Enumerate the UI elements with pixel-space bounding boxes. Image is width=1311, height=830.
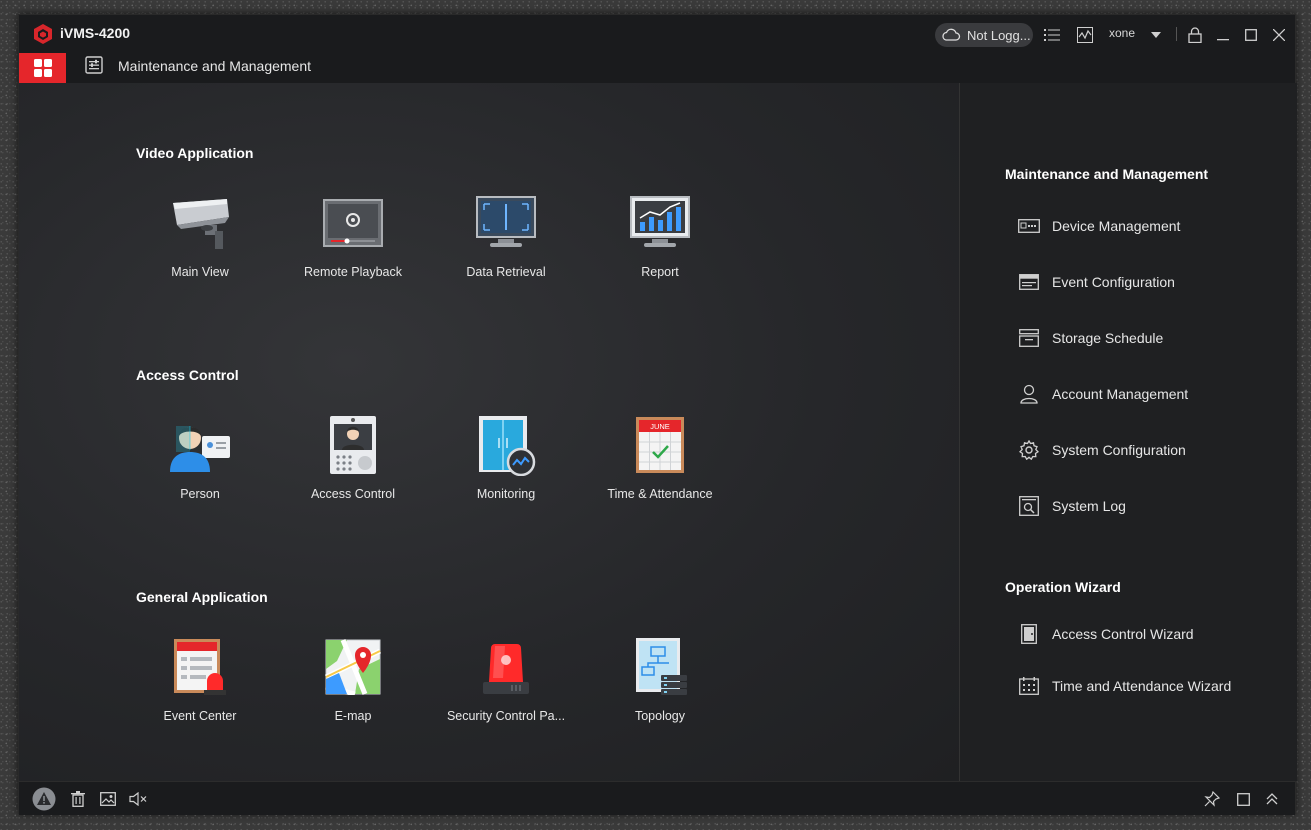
tile-topology[interactable]: Topology: [585, 637, 735, 737]
tile-label: Event Center: [163, 709, 237, 723]
mute-icon[interactable]: [127, 788, 149, 810]
status-bar: [19, 781, 1295, 815]
report-chart-icon: [630, 196, 690, 247]
maintenance-tab-icon[interactable]: [85, 56, 103, 74]
tile-label: Main View: [171, 265, 229, 279]
playback-icon: [323, 199, 383, 247]
maximize-icon[interactable]: [1241, 25, 1261, 45]
map-pin-icon: [325, 639, 381, 695]
trash-icon[interactable]: [67, 788, 89, 810]
side-item-label: System Log: [1052, 498, 1126, 514]
log-search-icon: [1018, 495, 1040, 517]
side-item-storage-schedule[interactable]: Storage Schedule: [1018, 327, 1163, 349]
side-item-label: Access Control Wizard: [1052, 626, 1194, 642]
cloud-icon: [942, 28, 961, 41]
tile-report[interactable]: Report: [585, 193, 735, 293]
minimize-icon[interactable]: [1213, 25, 1233, 45]
grid-menu-icon: [33, 59, 52, 77]
data-retrieval-icon: [476, 196, 536, 247]
user-icon: [1018, 383, 1040, 405]
image-icon[interactable]: [97, 788, 119, 810]
tile-label: Monitoring: [476, 487, 536, 501]
side-item-event-configuration[interactable]: Event Configuration: [1018, 271, 1175, 293]
tile-label: Report: [641, 265, 679, 279]
side-title-maintenance: Maintenance and Management: [1005, 166, 1209, 182]
chevron-down-icon[interactable]: [1146, 25, 1166, 45]
side-item-label: Time and Attendance Wizard: [1052, 678, 1232, 694]
door-station-icon: [330, 416, 376, 474]
user-name[interactable]: xone: [1109, 26, 1135, 40]
cloud-login-button[interactable]: Not Logg...: [935, 23, 1033, 47]
calendar-icon: JUNE: [636, 417, 684, 473]
calendar-month-text: JUNE: [650, 422, 670, 431]
side-item-label: Storage Schedule: [1052, 330, 1164, 346]
side-item-device-management[interactable]: Device Management: [1018, 215, 1180, 237]
tile-label: Time & Attendance: [607, 487, 713, 501]
tile-access-control[interactable]: Access Control: [278, 415, 428, 515]
fullscreen-icon[interactable]: [1232, 788, 1254, 810]
title-bar: iVMS-4200 Not Logg... xone Maintenance a…: [19, 15, 1295, 83]
pin-icon[interactable]: [1201, 788, 1223, 810]
door-icon: [1018, 623, 1040, 645]
tile-label: Security Control Pa...: [446, 709, 566, 723]
double-chevron-up-icon[interactable]: [1261, 788, 1283, 810]
calendar-small-icon: [1018, 675, 1040, 697]
person-icon: [170, 426, 230, 472]
tile-remote-playback[interactable]: Remote Playback: [278, 193, 428, 293]
tile-label: Topology: [634, 709, 686, 723]
tile-data-retrieval[interactable]: Data Retrieval: [431, 193, 581, 293]
side-item-label: Device Management: [1052, 218, 1181, 234]
alarm-siren-icon: [483, 644, 529, 694]
lock-icon[interactable]: [1185, 25, 1205, 45]
task-list-icon[interactable]: [1042, 25, 1062, 45]
tile-emap[interactable]: E-map: [278, 637, 428, 737]
storage-icon: [1018, 327, 1040, 349]
tile-main-view[interactable]: Main View: [125, 193, 275, 293]
tile-person[interactable]: Person: [125, 415, 275, 515]
tile-label: Data Retrieval: [466, 265, 546, 279]
title-separator: [1176, 27, 1177, 41]
tile-security-control-panel[interactable]: Security Control Pa...: [431, 637, 581, 737]
side-item-time-attendance-wizard[interactable]: Time and Attendance Wizard: [1018, 675, 1231, 697]
side-item-label: Event Configuration: [1052, 274, 1175, 290]
device-icon: [1018, 215, 1040, 237]
gear-icon: [1018, 439, 1040, 461]
alarm-warning-icon[interactable]: [31, 786, 57, 812]
cloud-status-label: Not Logg...: [967, 27, 1031, 43]
side-panel: Maintenance and Management Device Manage…: [960, 83, 1297, 781]
monitor-chart-icon[interactable]: [1075, 25, 1095, 45]
tile-time-attendance[interactable]: JUNE Time & Attendance: [585, 415, 735, 515]
side-item-label: Account Management: [1052, 386, 1189, 402]
topology-icon: [636, 638, 687, 695]
side-title-wizard: Operation Wizard: [1005, 579, 1121, 595]
tile-monitoring[interactable]: Monitoring: [431, 415, 581, 515]
side-item-account-management[interactable]: Account Management: [1018, 383, 1188, 405]
monitoring-icon: [479, 416, 536, 476]
event-center-icon: [174, 639, 226, 695]
camera-icon: [173, 199, 229, 249]
tile-label: Person: [180, 487, 220, 501]
side-item-access-control-wizard[interactable]: Access Control Wizard: [1018, 623, 1194, 645]
tile-label: E-map: [334, 709, 372, 723]
tile-label: Access Control: [310, 487, 396, 501]
section-title-access: Access Control: [136, 367, 239, 383]
side-item-system-log[interactable]: System Log: [1018, 495, 1126, 517]
side-item-label: System Configuration: [1052, 442, 1186, 458]
side-item-system-configuration[interactable]: System Configuration: [1018, 439, 1186, 461]
section-title-general: General Application: [136, 589, 268, 605]
tile-label: Remote Playback: [304, 265, 402, 279]
app-title: iVMS-4200: [60, 25, 131, 41]
section-title-video: Video Application: [136, 145, 254, 161]
close-icon[interactable]: [1269, 25, 1289, 45]
tile-event-center[interactable]: Event Center: [125, 637, 275, 737]
event-config-icon: [1018, 271, 1040, 293]
hikvision-logo-icon: [34, 24, 52, 44]
app-window: iVMS-4200 Not Logg... xone Maintenance a…: [18, 14, 1297, 815]
tab-maintenance[interactable]: Maintenance and Management: [118, 58, 311, 74]
home-menu-button[interactable]: [19, 53, 66, 83]
main-panel: Video Application Main View Remote Playb…: [19, 83, 959, 781]
